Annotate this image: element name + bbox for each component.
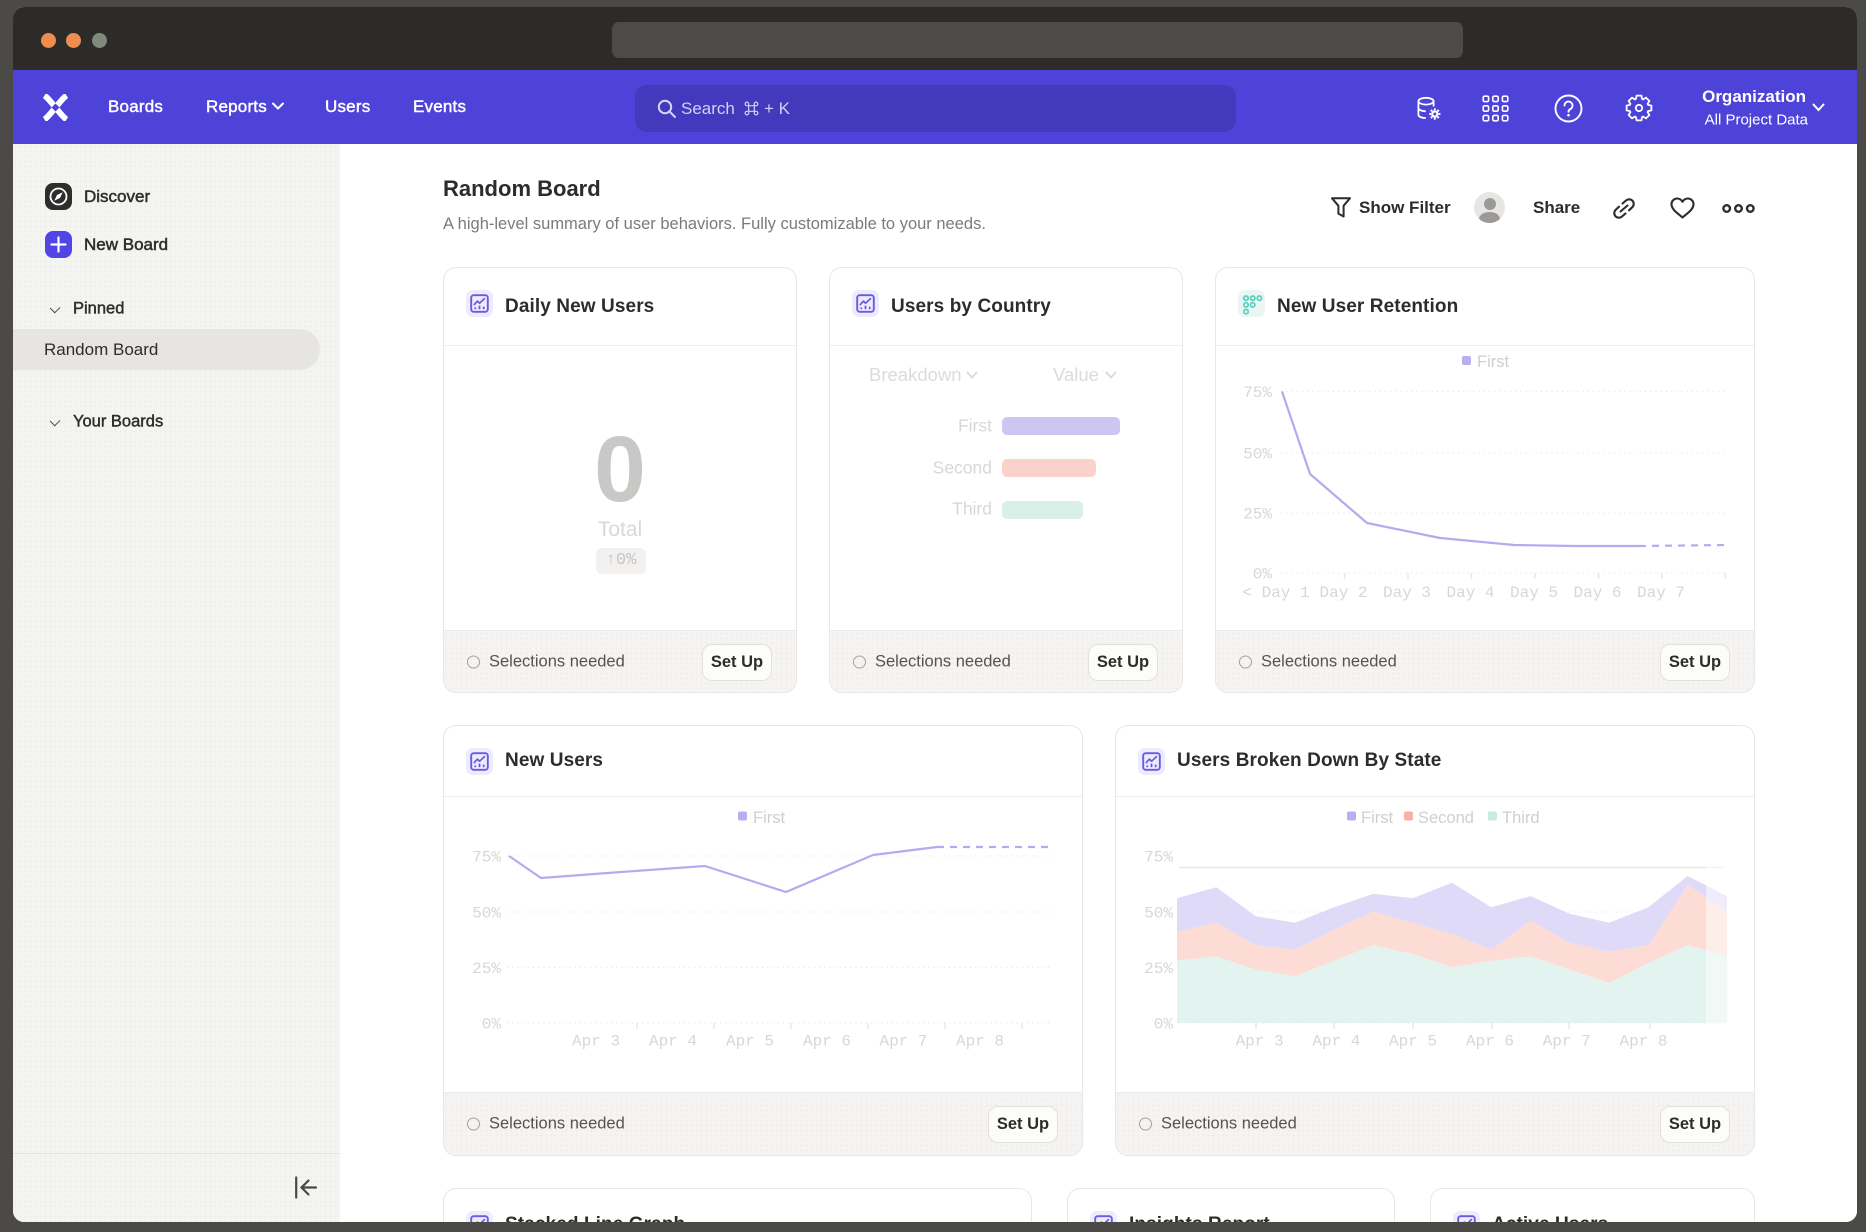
svg-text:Day 4: Day 4 (1446, 584, 1494, 602)
svg-text:50%: 50% (1144, 905, 1173, 923)
svg-text:< Day 1: < Day 1 (1242, 584, 1309, 602)
svg-text:Apr 5: Apr 5 (726, 1033, 774, 1051)
svg-text:Day 6: Day 6 (1573, 584, 1621, 602)
svg-text:75%: 75% (1243, 384, 1272, 402)
svg-text:25%: 25% (1243, 506, 1272, 524)
svg-text:Third: Third (1502, 809, 1540, 827)
svg-text:Apr 7: Apr 7 (879, 1033, 927, 1051)
svg-text:0%: 0% (1253, 566, 1273, 584)
svg-text:0%: 0% (1154, 1016, 1174, 1034)
svg-text:Day 3: Day 3 (1383, 584, 1431, 602)
svg-text:75%: 75% (472, 849, 501, 867)
svg-text:50%: 50% (1243, 446, 1272, 464)
svg-text:First: First (753, 809, 785, 827)
svg-text:Day 2: Day 2 (1319, 584, 1367, 602)
svg-text:Apr 8: Apr 8 (956, 1033, 1004, 1051)
svg-text:0%: 0% (482, 1016, 502, 1034)
svg-text:25%: 25% (472, 960, 501, 978)
svg-text:Apr 6: Apr 6 (1466, 1033, 1514, 1051)
svg-text:75%: 75% (1144, 849, 1173, 867)
svg-text:Apr 3: Apr 3 (1236, 1033, 1284, 1051)
svg-text:Apr 3: Apr 3 (572, 1033, 620, 1051)
svg-text:Apr 4: Apr 4 (1312, 1033, 1360, 1051)
svg-text:25%: 25% (1144, 960, 1173, 978)
svg-text:Day 7: Day 7 (1637, 584, 1685, 602)
svg-text:Apr 4: Apr 4 (649, 1033, 697, 1051)
svg-text:Apr 6: Apr 6 (803, 1033, 851, 1051)
svg-text:First: First (1361, 809, 1393, 827)
svg-text:Day 5: Day 5 (1510, 584, 1558, 602)
svg-text:Apr 5: Apr 5 (1389, 1033, 1437, 1051)
svg-text:Second: Second (1418, 809, 1474, 827)
svg-text:Apr 7: Apr 7 (1543, 1033, 1591, 1051)
svg-text:50%: 50% (472, 905, 501, 923)
svg-text:First: First (1477, 353, 1509, 371)
svg-text:Apr 8: Apr 8 (1619, 1033, 1667, 1051)
